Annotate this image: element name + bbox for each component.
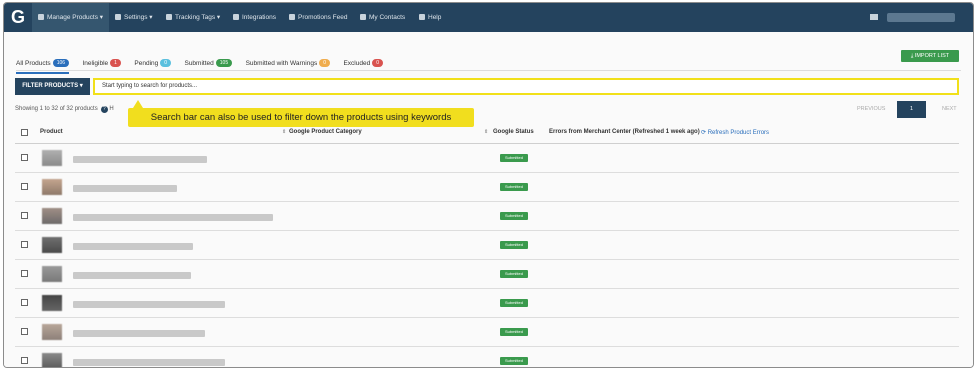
tab-all-products[interactable]: All Products 106 [16,59,70,74]
nav-integrations[interactable]: Integrations [233,3,276,32]
header-errors: Errors from Merchant Center (Refreshed 1… [549,129,700,135]
contacts-icon [360,14,366,20]
status-badge: Submitted [500,183,528,191]
nav-settings[interactable]: Settings ▾ [115,3,153,32]
nav-promotions-feed[interactable]: Promotions Feed [289,3,348,32]
previous-button[interactable]: PREVIOUS [857,101,885,118]
row-checkbox[interactable] [21,299,28,306]
product-name[interactable] [73,359,225,366]
table-row[interactable]: Submitted [15,173,959,202]
table-row[interactable]: Submitted [15,347,959,367]
count-badge: 106 [52,59,70,67]
row-checkbox[interactable] [21,241,28,248]
header-product[interactable]: Product [40,129,63,135]
help-icon [419,14,425,20]
row-checkbox[interactable] [21,270,28,277]
header-category[interactable]: Google Product Category [289,129,362,135]
product-thumbnail [42,295,62,311]
product-tabs: All Products 106 Ineligible 1 Pending 0 Sub… [16,52,392,74]
product-thumbnail [42,208,62,224]
product-thumbnail [42,353,62,367]
gear-icon [115,14,121,20]
refresh-errors-link[interactable]: ⟳ Refresh Product Errors [701,129,769,136]
tabs-divider [16,70,961,71]
count-badge: 0 [319,59,330,67]
count-badge: 0 [372,59,383,67]
status-badge: Submitted [500,241,528,249]
row-checkbox[interactable] [21,154,28,161]
nav-help[interactable]: Help [419,3,441,32]
table-row[interactable]: Submitted [15,289,959,318]
table-row[interactable]: Submitted [15,202,959,231]
status-badge: Submitted [500,270,528,278]
table-row[interactable]: Submitted [15,318,959,347]
filter-products-button[interactable]: FILTER PRODUCTS ▾ [15,78,90,95]
search-input[interactable]: Start typing to search for products... [93,78,959,95]
product-name[interactable] [73,301,225,308]
nav-my-contacts[interactable]: My Contacts [360,3,405,32]
sort-icon[interactable]: ⇕ [480,129,488,135]
nav-manage-products[interactable]: Manage Products ▾ [32,3,110,32]
flag-icon[interactable] [870,14,878,20]
select-all-checkbox[interactable] [21,129,28,136]
app-logo[interactable]: G [9,7,27,27]
user-menu[interactable] [887,13,955,22]
top-navbar: G Manage Products ▾ Settings ▾ Tracking … [4,3,973,32]
nav-tracking-tags[interactable]: Tracking Tags ▾ [166,3,220,32]
count-badge: 1 [110,59,121,67]
count-badge: 105 [215,59,233,67]
status-badge: Submitted [500,154,528,162]
page-1-button[interactable]: 1 [897,101,926,118]
results-summary: Showing 1 to 32 of 32 products? H [15,106,114,113]
product-thumbnail [42,150,62,166]
row-checkbox[interactable] [21,212,28,219]
pagination: PREVIOUS 1 NEXT [857,101,959,118]
tooltip-callout: Search bar can also be used to filter do… [128,100,474,127]
product-thumbnail [42,237,62,253]
import-list-button[interactable]: ⤓ IMPORT LIST [901,50,959,62]
row-checkbox[interactable] [21,183,28,190]
next-button[interactable]: NEXT [942,101,957,118]
promo-icon [289,14,295,20]
product-name[interactable] [73,185,177,192]
product-thumbnail [42,266,62,282]
product-thumbnail [42,324,62,340]
product-thumbnail [42,179,62,195]
table-row[interactable]: Submitted [15,144,959,173]
chart-icon [166,14,172,20]
app-window: G Manage Products ▾ Settings ▾ Tracking … [3,2,974,368]
status-badge: Submitted [500,328,528,336]
list-icon [38,14,44,20]
product-name[interactable] [73,272,191,279]
status-badge: Submitted [500,299,528,307]
product-name[interactable] [73,243,193,250]
help-icon[interactable]: ? [100,106,108,113]
table-header: Product ⇕ Google Product Category ⇕ Goog… [15,129,959,141]
product-name[interactable] [73,214,273,221]
row-checkbox[interactable] [21,357,28,364]
row-checkbox[interactable] [21,328,28,335]
product-name[interactable] [73,330,205,337]
product-name[interactable] [73,156,207,163]
table-row[interactable]: Submitted [15,231,959,260]
status-badge: Submitted [500,212,528,220]
status-badge: Submitted [500,357,528,365]
main-content: All Products 106 Ineligible 1 Pending 0 Sub… [4,32,973,367]
count-badge: 0 [160,59,172,67]
header-status[interactable]: Google Status [493,129,534,135]
sort-icon[interactable]: ⇕ [278,129,286,135]
store-icon [233,14,239,20]
table-row[interactable]: Submitted [15,260,959,289]
